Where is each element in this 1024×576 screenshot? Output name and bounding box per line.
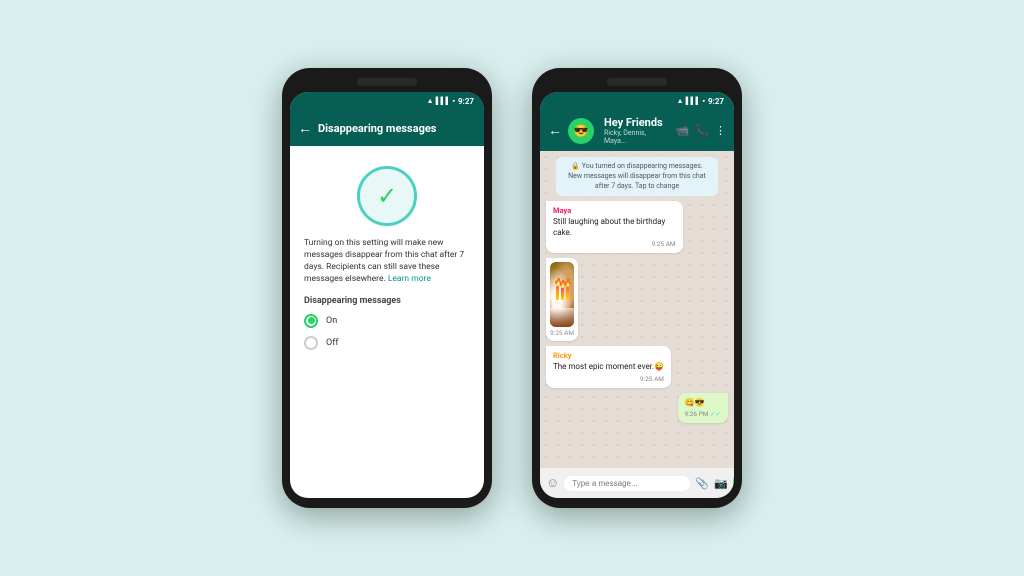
message-ricky: Ricky The most epic moment ever.😜 9:25 A…	[546, 346, 671, 387]
learn-more-link[interactable]: Learn more	[388, 274, 431, 284]
cake-image-bubble: 🔥 🔥 🔥 9:25 AM	[546, 258, 578, 341]
status-icons: ▲ ▌▌▌ ▪	[427, 97, 455, 105]
chat-actions: 📹 📞 ⋮	[676, 124, 726, 137]
phone-2: ▲ ▌▌▌ ▪ 9:27 ← 😎 Hey Friends Ricky, Denn…	[532, 68, 742, 508]
wifi-icon: ▲	[427, 97, 434, 105]
candle-2: 🔥	[561, 288, 564, 300]
status-bar-2: ▲ ▌▌▌ ▪ 9:27	[540, 92, 734, 110]
setting-label: Disappearing messages	[304, 296, 470, 306]
signal-icon-2: ▌▌▌	[686, 97, 701, 105]
timer-icon: ✓	[377, 182, 397, 210]
read-ticks: ✓✓	[710, 410, 721, 418]
clock-2: 9:27	[708, 97, 724, 106]
own-time: 9:26 PM ✓✓	[685, 410, 721, 418]
phone-call-icon[interactable]: 📞	[695, 124, 709, 137]
attach-button[interactable]: 📎	[695, 477, 709, 490]
sender-maya: Maya	[553, 206, 676, 215]
cake-image: 🔥 🔥 🔥	[550, 262, 574, 327]
radio-off[interactable]: Off	[304, 336, 470, 350]
phone-notch	[357, 78, 417, 86]
input-bar: ☺ 📎 📷 🎤	[540, 468, 734, 498]
wifi-icon-2: ▲	[677, 97, 684, 105]
settings-content: ✓ Turning on this setting will make new …	[290, 146, 484, 498]
ricky-text: The most epic moment ever.😜	[553, 362, 664, 372]
video-call-icon[interactable]: 📹	[676, 124, 690, 137]
phone-1: ▲ ▌▌▌ ▪ 9:27 ← Disappearing messages ✓ T…	[282, 68, 492, 508]
chat-area: 🔒 You turned on disappearing messages. N…	[540, 151, 734, 468]
more-options-icon[interactable]: ⋮	[715, 124, 726, 137]
group-avatar: 😎	[568, 118, 594, 144]
back-button-1[interactable]: ←	[298, 120, 312, 137]
sender-ricky: Ricky	[553, 351, 664, 360]
message-maya: Maya Still laughing about the birthday c…	[546, 201, 683, 253]
chat-title-group: Hey Friends Ricky, Dennis, Maya...	[604, 116, 670, 145]
timer-circle: ✓	[357, 166, 417, 226]
chat-title: Hey Friends	[604, 116, 670, 129]
battery-icon: ▪	[452, 97, 454, 105]
battery-icon-2: ▪	[702, 97, 704, 105]
clock: 9:27	[458, 97, 474, 106]
mic-icon: 🎤	[733, 477, 734, 490]
chat-app-bar: ← 😎 Hey Friends Ricky, Dennis, Maya... 📹…	[540, 110, 734, 151]
own-message: 😋😎 9:26 PM ✓✓	[678, 393, 728, 423]
ricky-time: 9:25 AM	[553, 375, 664, 383]
candle-1: 🔥	[556, 286, 559, 300]
status-icons-2: ▲ ▌▌▌ ▪	[677, 97, 705, 105]
image-time: 9:25 AM	[550, 329, 574, 337]
camera-button[interactable]: 📷	[714, 477, 728, 490]
radio-on-button[interactable]	[304, 314, 318, 328]
signal-icon: ▌▌▌	[436, 97, 451, 105]
cake-image-inner: 🔥 🔥 🔥	[550, 262, 574, 327]
radio-on-label: On	[326, 316, 337, 326]
timer-icon-wrapper: ✓	[304, 166, 470, 226]
phone-2-screen: ▲ ▌▌▌ ▪ 9:27 ← 😎 Hey Friends Ricky, Denn…	[540, 92, 734, 498]
maya-text: Still laughing about the birthday cake.	[553, 217, 676, 238]
screen-title: Disappearing messages	[318, 122, 476, 135]
radio-on[interactable]: On	[304, 314, 470, 328]
mic-button[interactable]: 🎤	[733, 472, 734, 494]
radio-off-button[interactable]	[304, 336, 318, 350]
description-text: Turning on this setting will make new me…	[304, 238, 470, 286]
radio-off-label: Off	[326, 338, 338, 348]
phone-1-screen: ▲ ▌▌▌ ▪ 9:27 ← Disappearing messages ✓ T…	[290, 92, 484, 498]
app-bar-1: ← Disappearing messages	[290, 110, 484, 146]
system-message[interactable]: 🔒 You turned on disappearing messages. N…	[556, 157, 718, 196]
candle-3: 🔥	[566, 287, 569, 300]
own-text: 😋😎	[685, 398, 721, 408]
emoji-button[interactable]: ☺	[546, 475, 559, 491]
status-bar-1: ▲ ▌▌▌ ▪ 9:27	[290, 92, 484, 110]
cake-base	[550, 308, 574, 328]
phone-notch-2	[607, 78, 667, 86]
chat-subtitle: Ricky, Dennis, Maya...	[604, 129, 670, 145]
message-input[interactable]	[564, 476, 690, 491]
radio-on-fill	[308, 317, 315, 324]
back-button-2[interactable]: ←	[548, 122, 562, 139]
maya-time: 9:25 AM	[553, 240, 676, 248]
